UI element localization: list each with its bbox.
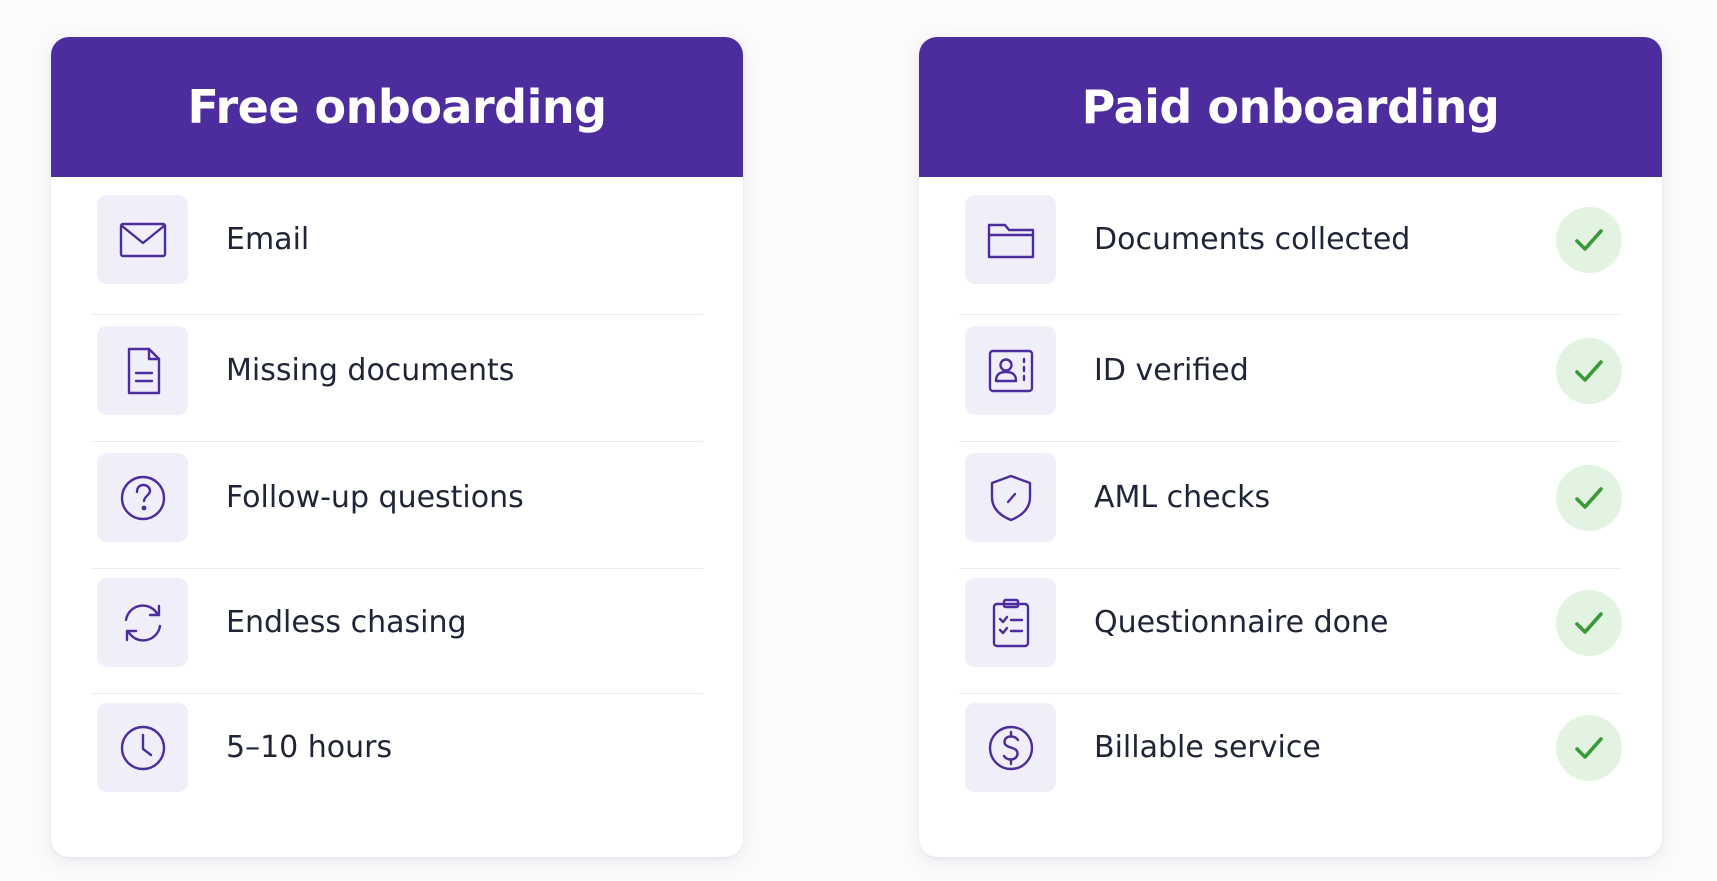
paid-onboarding-title: Paid onboarding — [1081, 80, 1500, 134]
free-item-label: Missing documents — [226, 353, 515, 388]
paid-item-documents-collected: Documents collected — [959, 177, 1622, 302]
folder-icon — [965, 195, 1056, 284]
clock-icon — [97, 703, 188, 792]
free-item-label: 5–10 hours — [226, 730, 393, 765]
free-item-email: Email — [91, 177, 703, 302]
check-icon — [1556, 714, 1622, 781]
check-icon — [1556, 589, 1622, 656]
envelope-icon — [97, 195, 188, 284]
paid-item-questionnaire-done: Questionnaire done — [959, 560, 1622, 685]
free-item-follow-up-questions: Follow-up questions — [91, 435, 703, 560]
shield-icon — [965, 453, 1056, 542]
paid-item-label: Documents collected — [1094, 222, 1411, 257]
free-item-label: Follow-up questions — [226, 480, 524, 515]
dollar-circle-icon — [965, 703, 1056, 792]
refresh-cycle-icon — [97, 578, 188, 667]
paid-item-label: ID verified — [1094, 353, 1249, 388]
check-icon — [1556, 206, 1622, 273]
id-card-icon — [965, 326, 1056, 415]
paid-item-aml-checks: AML checks — [959, 435, 1622, 560]
paid-item-billable-service: Billable service — [959, 685, 1622, 810]
free-item-missing-documents: Missing documents — [91, 308, 703, 433]
free-item-hours: 5–10 hours — [91, 685, 703, 810]
free-onboarding-card: Free onboarding Email Missing documents … — [51, 37, 743, 857]
paid-item-id-verified: ID verified — [959, 308, 1622, 433]
clipboard-checklist-icon — [965, 578, 1056, 667]
check-icon — [1556, 337, 1622, 404]
paid-item-label: Billable service — [1094, 730, 1321, 765]
free-onboarding-header: Free onboarding — [51, 37, 743, 177]
document-icon — [97, 326, 188, 415]
paid-item-label: Questionnaire done — [1094, 605, 1389, 640]
check-icon — [1556, 464, 1622, 531]
paid-onboarding-header: Paid onboarding — [919, 37, 1662, 177]
free-item-label: Endless chasing — [226, 605, 467, 640]
paid-item-label: AML checks — [1094, 480, 1271, 515]
question-circle-icon — [97, 453, 188, 542]
free-item-label: Email — [226, 222, 310, 257]
free-onboarding-title: Free onboarding — [187, 80, 607, 134]
free-item-endless-chasing: Endless chasing — [91, 560, 703, 685]
paid-onboarding-card: Paid onboarding Documents collected ID v… — [919, 37, 1662, 857]
